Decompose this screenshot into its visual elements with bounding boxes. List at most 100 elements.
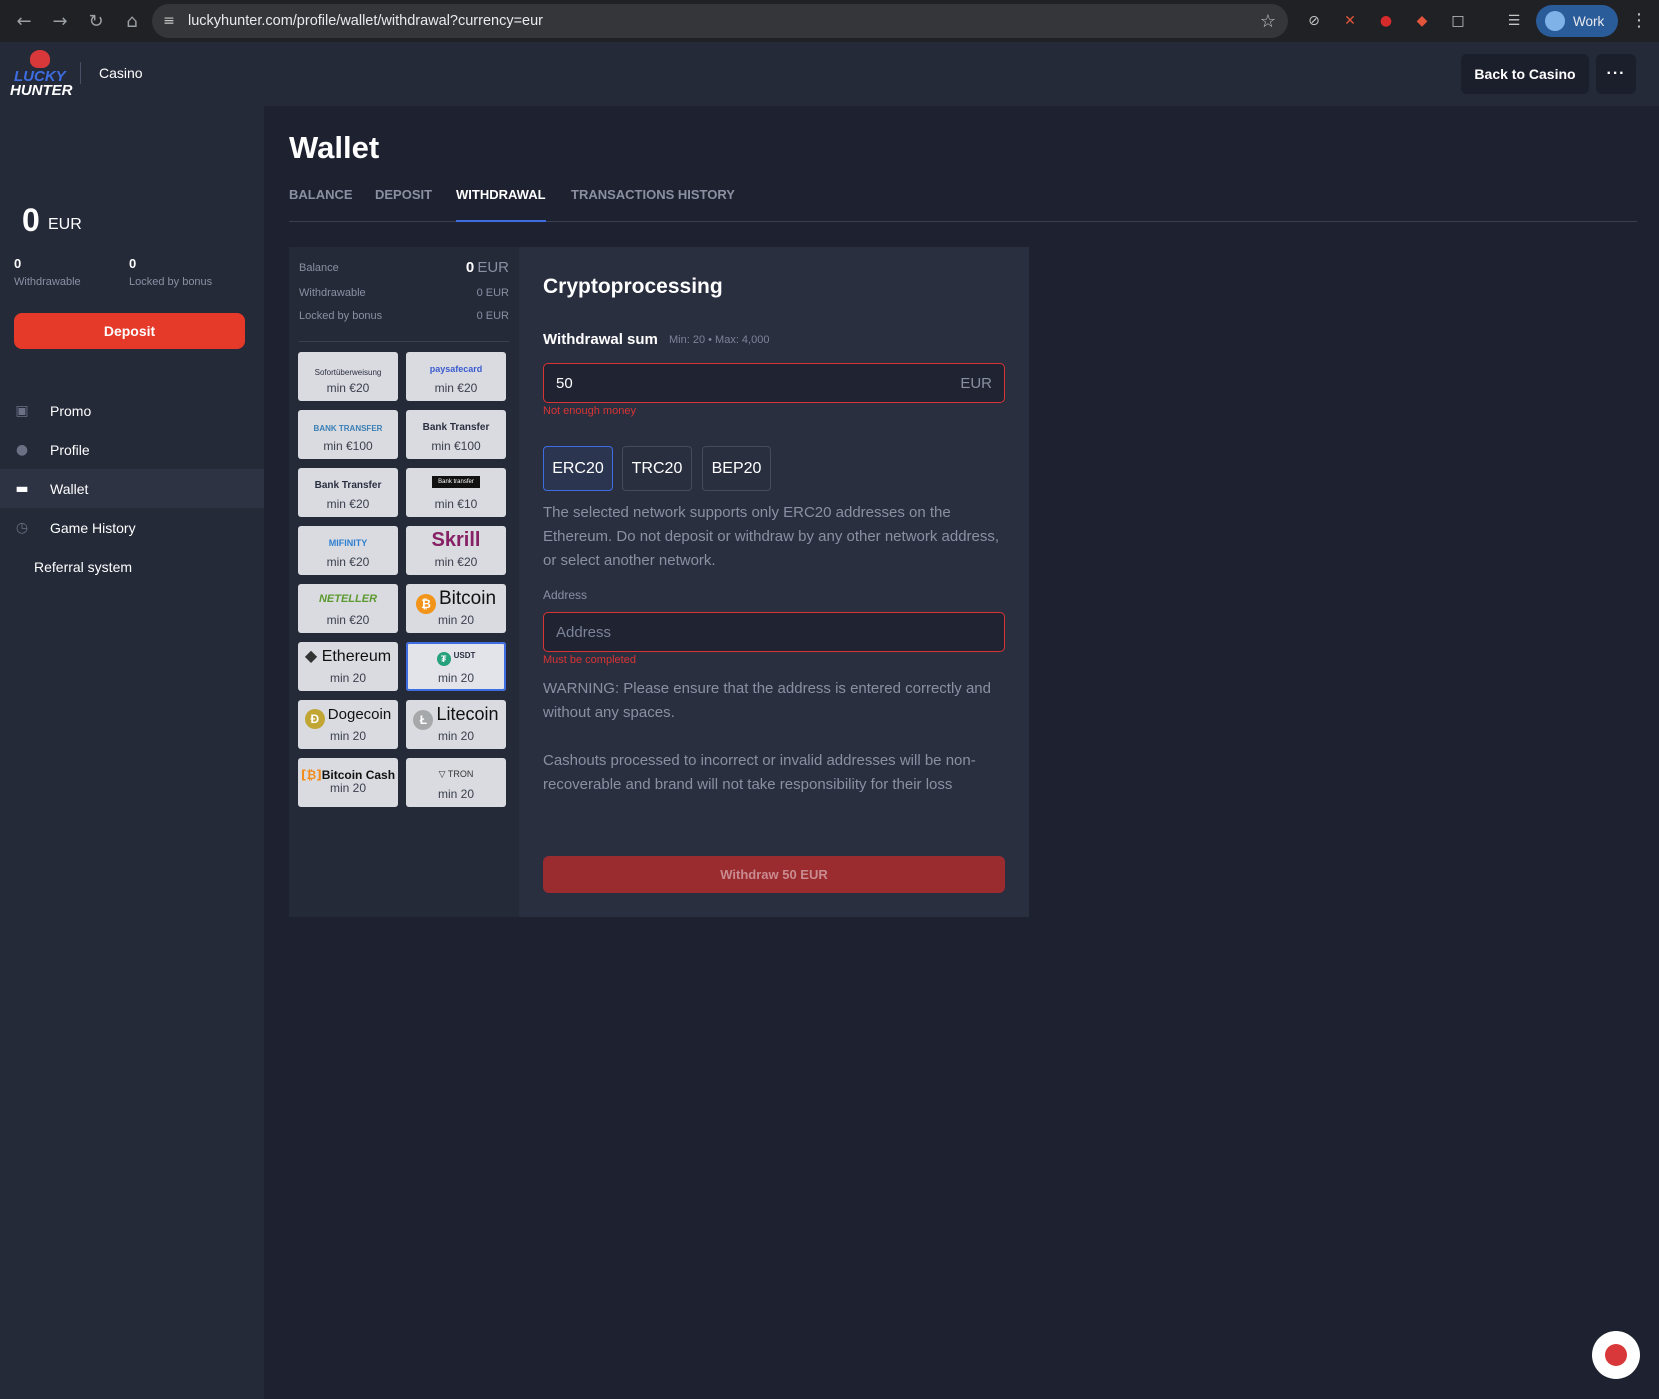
home-icon[interactable]: ⌂	[114, 3, 150, 39]
method-min: min €20	[326, 555, 370, 569]
bookmark-star-icon[interactable]: ☆	[1260, 11, 1276, 32]
summary-withdrawable-row: Withdrawable 0 EUR	[299, 287, 509, 299]
tab-withdrawal[interactable]: WITHDRAWAL	[456, 186, 546, 222]
method-tron[interactable]: ▽ TRON min 20	[406, 758, 506, 807]
back-arrow-icon[interactable]: ←	[6, 3, 42, 39]
sidebar: 0 EUR 0 Withdrawable 0 Locked by bonus D…	[0, 106, 264, 1399]
method-logo: Skrill	[431, 529, 481, 551]
method-ethereum[interactable]: ◆ Ethereum min 20	[298, 642, 398, 691]
extension-x-icon[interactable]: ✕	[1338, 9, 1362, 33]
sidebar-item-label: Referral system	[34, 558, 133, 575]
sidebar-item-referral[interactable]: Referral system	[0, 547, 264, 586]
method-bank-transfer-4[interactable]: Bank transfer min €10	[406, 468, 506, 517]
amount-error: Not enough money	[543, 405, 636, 417]
reading-list-icon[interactable]: ☰	[1502, 9, 1526, 33]
amount-value: 50	[556, 375, 573, 392]
withdrawal-sum-label: Withdrawal sum	[543, 331, 658, 348]
method-logo-label: Bitcoin	[438, 588, 497, 609]
sidebar-item-promo[interactable]: ▣ Promo	[0, 391, 264, 430]
withdrawal-methods-panel: Balance 0 EUR Withdrawable 0 EUR Locked …	[289, 247, 519, 917]
method-bank-transfer-1[interactable]: BANK TRANSFER min €100	[298, 410, 398, 459]
sidebar-item-profile[interactable]: ● Profile	[0, 430, 264, 469]
method-bitcoin[interactable]: ₿ Bitcoin min 20	[406, 584, 506, 633]
dogecoin-icon: Ð	[304, 709, 325, 729]
method-logo-label: Litecoin	[436, 704, 499, 724]
more-options-button[interactable]: ···	[1596, 54, 1636, 94]
summary-locked-row: Locked by bonus 0 EUR	[299, 310, 509, 322]
lucky-hunter-logo[interactable]: LUCKY HUNTER	[8, 50, 73, 100]
user-icon: ●	[15, 441, 29, 458]
method-min: min 20	[437, 729, 475, 743]
forward-arrow-icon[interactable]: →	[42, 3, 78, 39]
sidebar-item-wallet[interactable]: ▬ Wallet	[0, 469, 264, 508]
method-bank-transfer-2[interactable]: Bank Transfer min €100	[406, 410, 506, 459]
network-trc20-button[interactable]: TRC20	[622, 446, 692, 491]
withdrawal-sum-hint: Min: 20 • Max: 4,000	[669, 334, 770, 346]
profile-chip[interactable]: Work	[1536, 5, 1618, 37]
sidebar-item-label: Game History	[50, 519, 136, 536]
withdraw-button[interactable]: Withdraw 50 EUR	[543, 856, 1005, 893]
method-min: min €10	[434, 497, 478, 511]
method-paysafecard[interactable]: paysafecard min €20	[406, 352, 506, 401]
method-logo-label: USDT	[453, 651, 476, 660]
address-field[interactable]	[543, 612, 1005, 652]
method-logo-label: Ethereum	[321, 648, 392, 665]
method-skrill[interactable]: Skrill min €20	[406, 526, 506, 575]
extension-shield-icon[interactable]: ●	[1374, 9, 1398, 33]
ethereum-icon: ◆	[304, 646, 318, 665]
method-bitcoin-cash[interactable]: [₿]Bitcoin Cash min 20	[298, 758, 398, 807]
method-sofort[interactable]: Sofortüberweisung min €20	[298, 352, 398, 401]
wallet-tabs: BALANCE DEPOSIT WITHDRAWAL TRANSACTIONS …	[289, 186, 1637, 222]
method-dogecoin[interactable]: Ð Dogecoin min 20	[298, 700, 398, 749]
form-title: Cryptoprocessing	[543, 275, 723, 298]
site-settings-icon[interactable]: ≡	[152, 13, 186, 29]
method-min: min €20	[326, 381, 370, 395]
withdrawal-form-panel: Cryptoprocessing Withdrawal sum Min: 20 …	[519, 247, 1029, 917]
network-erc20-button[interactable]: ERC20	[543, 446, 613, 491]
address-warning: WARNING: Please ensure that the address …	[543, 680, 991, 721]
method-mifinity[interactable]: MIFINITY min €20	[298, 526, 398, 575]
method-min: min 20	[437, 671, 475, 685]
sidebar-item-game-history[interactable]: ◷ Game History	[0, 508, 264, 547]
method-logo: Bank Transfer	[314, 480, 382, 491]
method-min: min €20	[434, 381, 478, 395]
tab-balance[interactable]: BALANCE	[289, 186, 353, 222]
withdrawal-amount-input[interactable]: 50 EUR	[543, 363, 1005, 403]
logo-mascot-icon	[30, 50, 50, 68]
method-bank-transfer-3[interactable]: Bank Transfer min €20	[298, 468, 398, 517]
back-to-casino-button[interactable]: Back to Casino	[1461, 54, 1589, 94]
method-litecoin[interactable]: Ł Litecoin min 20	[406, 700, 506, 749]
deposit-button[interactable]: Deposit	[14, 313, 245, 349]
extensions-puzzle-icon[interactable]: □	[1446, 9, 1470, 33]
tron-icon: ▽	[438, 770, 446, 780]
amount-currency: EUR	[960, 375, 992, 392]
method-neteller[interactable]: NETELLER min €20	[298, 584, 398, 633]
method-logo-label: Dogecoin	[327, 706, 392, 723]
casino-link[interactable]: Casino	[99, 65, 143, 81]
url-text[interactable]: luckyhunter.com/profile/wallet/withdrawa…	[188, 13, 543, 29]
clock-icon: ◷	[15, 519, 29, 536]
address-input[interactable]	[544, 613, 1004, 651]
sidebar-balance-currency: EUR	[48, 216, 82, 233]
tether-icon: ₮	[436, 652, 451, 666]
method-usdt[interactable]: ₮ USDT min 20	[406, 642, 506, 691]
network-bep20-button[interactable]: BEP20	[702, 446, 771, 491]
tab-deposit[interactable]: DEPOSIT	[375, 186, 432, 222]
method-logo: Ł Litecoin	[406, 704, 506, 730]
method-logo: ₮ USDT	[406, 651, 506, 666]
reload-icon[interactable]: ↻	[78, 3, 114, 39]
summary-balance-value: 0	[465, 259, 475, 276]
support-chat-button[interactable]	[1592, 1331, 1640, 1379]
extension-fox-icon[interactable]: ◆	[1410, 9, 1434, 33]
method-logo: ▽ TRON	[406, 769, 506, 780]
method-logo: MIFINITY	[328, 538, 368, 548]
wallet-icon: ▬	[15, 480, 29, 497]
method-min: min 20	[437, 613, 475, 627]
bitcoin-cash-icon: [₿]	[300, 768, 322, 782]
method-min: min 20	[329, 781, 367, 795]
tab-transactions-history[interactable]: TRANSACTIONS HISTORY	[571, 186, 735, 222]
method-logo: Bank Transfer	[422, 422, 490, 433]
address-bar[interactable]: ≡ luckyhunter.com/profile/wallet/withdra…	[152, 4, 1288, 38]
browser-menu-icon[interactable]: ⋮	[1630, 10, 1648, 31]
extension-link-icon[interactable]: ⊘	[1302, 9, 1326, 33]
